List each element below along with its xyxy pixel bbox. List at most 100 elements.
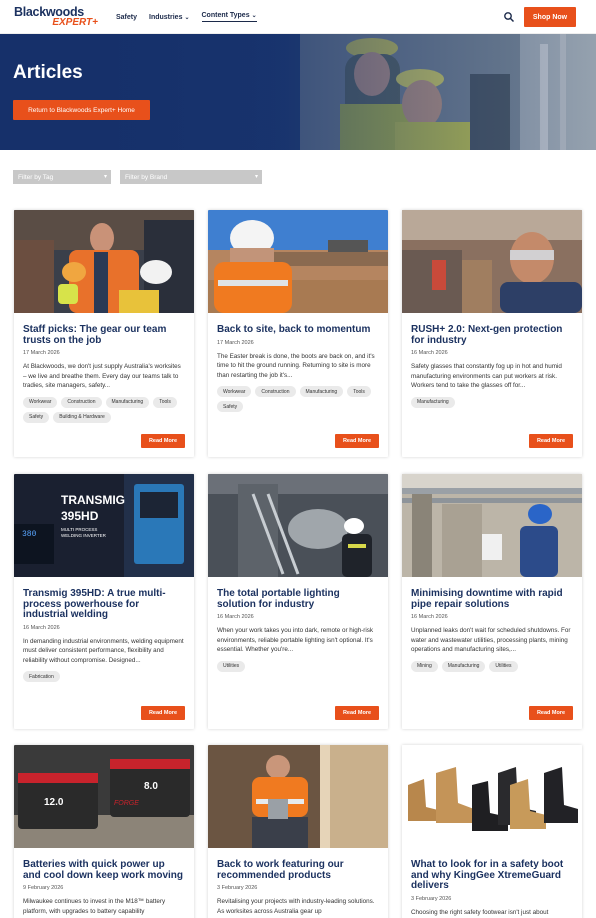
tag[interactable]: Mining: [411, 660, 438, 672]
article-date: 9 February 2026: [23, 885, 64, 891]
article-card[interactable]: Staff picks: The gear our team trusts on…: [14, 210, 194, 457]
hero-banner: Articles Return to Blackwoods Expert+ Ho…: [0, 34, 596, 150]
read-more-button[interactable]: Read More: [141, 434, 185, 448]
article-date: 17 March 2026: [23, 350, 60, 356]
logo-line2: EXPERT+: [52, 17, 98, 28]
read-more-button[interactable]: Read More: [529, 434, 573, 448]
article-image: [208, 210, 388, 313]
tag[interactable]: Manufacturing: [299, 386, 344, 397]
article-title[interactable]: Batteries with quick power up and cool d…: [23, 859, 185, 881]
article-title[interactable]: Minimising downtime with rapid pipe repa…: [411, 588, 573, 610]
filter-brand-label: Filter by Brand: [125, 173, 168, 181]
article-excerpt: Milwaukee continues to invest in the M18…: [23, 898, 166, 915]
article-card[interactable]: Back to work featuring our recommended p…: [208, 745, 388, 918]
article-card[interactable]: What to look for in a safety boot and wh…: [402, 745, 582, 918]
article-excerpt: Revitalising your projects with industry…: [217, 898, 375, 915]
filter-by-tag-select[interactable]: Filter by Tag ▾: [13, 170, 111, 184]
article-card[interactable]: Back to site, back to momentum 17 March …: [208, 210, 388, 457]
chevron-down-icon: ⌄: [251, 13, 257, 19]
read-more-button[interactable]: Read More: [335, 434, 379, 448]
article-card[interactable]: RUSH+ 2.0: Next-gen protection for indus…: [402, 210, 582, 457]
article-card[interactable]: Minimising downtime with rapid pipe repa…: [402, 474, 582, 729]
nav-safety-label: Safety: [116, 13, 138, 21]
article-image: [402, 745, 582, 848]
image-text: WELDING INVERTER: [61, 533, 107, 538]
image-text: 8.0: [144, 781, 158, 792]
chevron-down-icon: ▾: [103, 174, 107, 180]
article-excerpt: Choosing the right safety footwear isn't…: [411, 908, 549, 916]
image-text: 12.0: [44, 797, 64, 808]
blackwoods-logo[interactable]: Blackwoods EXPERT+: [14, 6, 100, 30]
tag-list: Utilities: [217, 660, 379, 672]
article-date: 16 March 2026: [217, 614, 254, 620]
tag[interactable]: Manufacturing: [105, 396, 150, 408]
read-more-button[interactable]: Read More: [335, 706, 379, 720]
article-excerpt: Unplanned leaks don't wait for scheduled…: [411, 627, 571, 653]
article-image: 12.0 8.0 FORGE: [14, 745, 194, 848]
tag[interactable]: Fabrication: [23, 671, 60, 682]
tag[interactable]: Manufacturing: [441, 660, 486, 672]
article-date: 17 March 2026: [217, 339, 254, 346]
tag-list: Mining Manufacturing Utilities: [411, 660, 573, 672]
article-title[interactable]: RUSH+ 2.0: Next-gen protection for indus…: [411, 324, 573, 346]
article-title[interactable]: Back to work featuring our recommended p…: [217, 859, 379, 881]
site-header: Blackwoods EXPERT+ Safety Industries ⌄ C…: [0, 0, 596, 34]
shop-now-button[interactable]: Shop Now: [524, 7, 576, 27]
read-more-button[interactable]: Read More: [529, 706, 573, 720]
tag[interactable]: Safety: [23, 411, 50, 423]
tag[interactable]: Tools: [347, 386, 371, 397]
chevron-down-icon: ▾: [254, 174, 258, 180]
article-image: TRANSMIG 395HD MULTI PROCESS WELDING INV…: [14, 474, 194, 577]
nav-industries[interactable]: Industries ⌄: [149, 12, 189, 22]
article-card[interactable]: The total portable lighting solution for…: [208, 474, 388, 729]
return-home-button[interactable]: Return to Blackwoods Expert+ Home: [13, 100, 150, 120]
tag-list: Fabrication: [23, 671, 185, 682]
article-date: 16 March 2026: [23, 624, 60, 631]
tag[interactable]: Utilities: [489, 660, 518, 672]
filter-tag-label: Filter by Tag: [18, 173, 54, 181]
article-title[interactable]: Transmig 395HD: A true multi-process pow…: [23, 588, 185, 621]
tag[interactable]: Tools: [153, 396, 177, 408]
article-title[interactable]: The total portable lighting solution for…: [217, 588, 379, 610]
article-image: [208, 745, 388, 848]
article-date: 3 February 2026: [217, 885, 258, 891]
image-text: 395HD: [61, 509, 99, 523]
article-excerpt: The Easter break is done, the boots are …: [217, 352, 375, 379]
read-more-button[interactable]: Read More: [141, 706, 185, 720]
article-image: [402, 474, 582, 577]
article-excerpt: In demanding industrial environments, we…: [23, 637, 184, 664]
article-excerpt: When your work takes you into dark, remo…: [217, 627, 374, 653]
article-excerpt: Safety glasses that constantly fog up in…: [411, 363, 562, 389]
tag[interactable]: Workwear: [23, 396, 58, 408]
article-date: 16 March 2026: [411, 614, 448, 620]
article-image: [14, 210, 194, 313]
nav-content-types-label: Content Types: [201, 12, 250, 19]
article-card[interactable]: 12.0 8.0 FORGE Batteries with quick powe…: [14, 745, 194, 918]
nav-content-types[interactable]: Content Types ⌄: [201, 12, 257, 22]
article-title[interactable]: Staff picks: The gear our team trusts on…: [23, 324, 185, 346]
page-title: Articles: [13, 62, 83, 83]
tag[interactable]: Utilities: [217, 660, 246, 672]
tag[interactable]: Manufacturing: [411, 396, 455, 408]
hero-background-image: [0, 34, 596, 150]
image-text: FORGE: [114, 800, 139, 807]
image-text: 380: [22, 530, 37, 539]
main-nav: Safety Industries ⌄ Content Types ⌄: [116, 12, 257, 22]
tag-list: Workwear Construction Manufacturing Tool…: [23, 396, 185, 423]
tag-list: Workwear Construction Manufacturing Tool…: [217, 386, 379, 412]
chevron-down-icon: ⌄: [184, 14, 190, 21]
tag[interactable]: Workwear: [217, 386, 252, 397]
filter-by-brand-select[interactable]: Filter by Brand ▾: [120, 170, 262, 184]
search-icon[interactable]: [503, 11, 515, 23]
article-title[interactable]: Back to site, back to momentum: [217, 324, 379, 336]
article-card[interactable]: TRANSMIG 395HD MULTI PROCESS WELDING INV…: [14, 474, 194, 729]
nav-safety[interactable]: Safety: [116, 12, 137, 22]
article-date: 16 March 2026: [411, 350, 448, 356]
tag[interactable]: Building & Hardware: [53, 411, 111, 423]
image-text: MULTI PROCESS: [61, 527, 97, 532]
tag[interactable]: Safety: [217, 401, 244, 412]
tag[interactable]: Construction: [255, 386, 296, 397]
nav-industries-label: Industries: [149, 13, 183, 21]
article-title[interactable]: What to look for in a safety boot and wh…: [411, 859, 573, 892]
tag[interactable]: Construction: [61, 396, 102, 408]
